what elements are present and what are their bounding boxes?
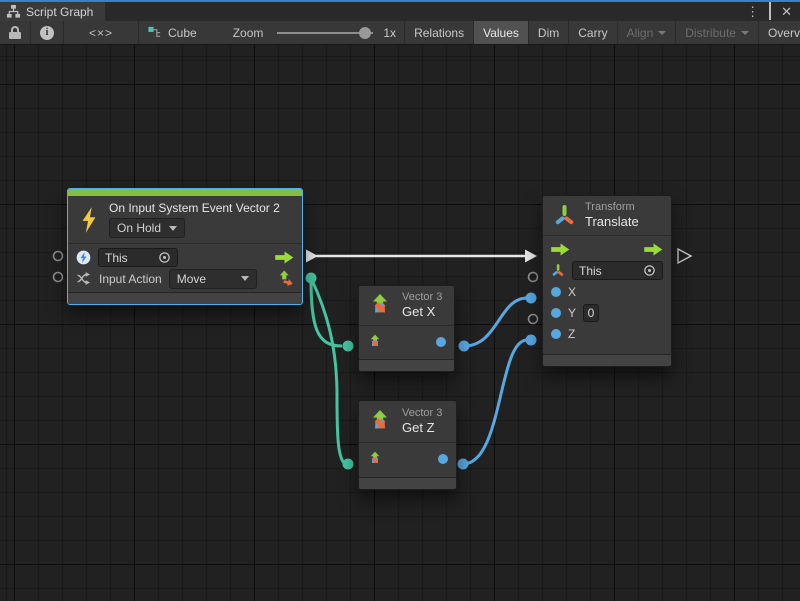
node-title: Get Z — [402, 420, 442, 436]
flow-input-arrow-icon[interactable] — [551, 243, 570, 256]
chevron-down-icon — [658, 31, 666, 35]
y-input-port[interactable] — [551, 308, 561, 318]
toolbar-button-distribute[interactable]: Distribute — [676, 21, 759, 44]
zoom-value: 1x — [383, 26, 396, 40]
input-action-icon — [76, 271, 92, 286]
getx-port-row — [359, 329, 454, 355]
vector3-input-icon[interactable] — [367, 451, 383, 467]
graph-toolbar: i <×> Cube Zoom 1x Relations Values Dim … — [0, 21, 800, 45]
node-title: On Input System Event Vector 2 — [109, 201, 280, 216]
node-footer — [359, 477, 456, 489]
node-vector3-get-x[interactable]: Vector 3 Get X — [358, 285, 455, 372]
toolbar-button-relations[interactable]: Relations — [405, 21, 474, 44]
transform-y-row: Y 0 — [543, 302, 671, 323]
transform-z-row: Z — [543, 323, 671, 344]
node-transform-translate[interactable]: Transform Translate — [542, 195, 672, 367]
transform-this-field[interactable]: This — [572, 261, 663, 280]
toolbar-button-dim[interactable]: Dim — [529, 21, 569, 44]
event-this-field[interactable]: This — [98, 248, 178, 267]
vector3-icon — [367, 409, 393, 435]
vector3-input-icon[interactable] — [367, 334, 383, 350]
tab-title: Script Graph — [26, 5, 93, 19]
chevron-down-icon — [741, 31, 749, 35]
object-picker-icon[interactable] — [158, 251, 171, 264]
lock-icon — [9, 26, 21, 39]
info-button[interactable]: i — [31, 21, 64, 44]
transform-x-row: X — [543, 281, 671, 302]
flow-output-arrow-icon[interactable] — [275, 251, 294, 264]
script-graph-icon — [6, 4, 21, 19]
zoom-label: Zoom — [233, 26, 264, 40]
node-footer — [68, 292, 302, 304]
event-mode-dropdown[interactable]: On Hold — [109, 218, 185, 238]
toolbar-button-carry[interactable]: Carry — [569, 21, 617, 44]
float-output-port[interactable] — [438, 454, 448, 464]
edit-graph-button[interactable]: <×> — [64, 21, 139, 44]
y-value-field[interactable]: 0 — [583, 304, 599, 322]
graph-target-label[interactable]: Cube — [168, 26, 197, 40]
maximize-button[interactable] — [769, 5, 771, 19]
object-picker-icon[interactable] — [643, 264, 656, 277]
info-icon: i — [40, 26, 54, 40]
event-color-strip — [68, 189, 302, 196]
graph-node-icon — [147, 25, 162, 40]
chevron-down-icon — [241, 276, 249, 281]
transform-this-row: This — [543, 260, 671, 281]
event-this-row: This — [68, 247, 302, 268]
node-on-input-system-event[interactable]: On Input System Event Vector 2 On Hold T… — [67, 188, 303, 305]
transform-icon — [553, 203, 576, 228]
graph-reference-segment: Cube Zoom 1x — [139, 21, 405, 44]
flow-output-arrow-icon[interactable] — [644, 243, 663, 256]
zoom-slider-handle[interactable] — [359, 27, 371, 39]
x-input-port[interactable] — [551, 287, 561, 297]
input-action-dropdown[interactable]: Move — [169, 269, 257, 289]
z-input-port[interactable] — [551, 329, 561, 339]
event-input-action-row: Input Action Move — [68, 268, 302, 289]
node-vector3-get-z[interactable]: Vector 3 Get Z — [358, 400, 457, 490]
getz-port-row — [359, 446, 456, 472]
node-title: Get X — [402, 304, 442, 320]
vector2-output-icon[interactable] — [278, 269, 294, 288]
close-icon[interactable]: ✕ — [781, 5, 792, 18]
node-footer — [543, 354, 671, 366]
input-action-label: Input Action — [99, 272, 162, 286]
lock-button[interactable] — [0, 21, 31, 44]
transform-flow-row — [543, 239, 671, 260]
toolbar-button-align[interactable]: Align — [618, 21, 677, 44]
toolbar-button-overview[interactable]: Overview — [759, 21, 800, 44]
lightning-bolt-icon — [78, 206, 100, 234]
unity-visual-scripting-window: Script Graph ⋮ ✕ i <×> Cube Zoom 1x — [0, 0, 800, 601]
node-footer — [359, 359, 454, 371]
node-category: Vector 3 — [402, 407, 442, 420]
event-target-icon — [76, 250, 91, 265]
node-title: Translate — [585, 214, 639, 230]
tab-script-graph[interactable]: Script Graph — [0, 2, 105, 21]
chevron-down-icon — [169, 226, 177, 231]
window-controls: ⋮ ✕ — [746, 2, 800, 21]
transform-mini-icon — [551, 263, 565, 278]
tab-bar: Script Graph ⋮ ✕ — [0, 2, 800, 21]
float-output-port[interactable] — [436, 337, 446, 347]
code-icon: <×> — [89, 26, 113, 40]
zoom-slider[interactable] — [277, 32, 373, 34]
toolbar-button-values[interactable]: Values — [474, 21, 529, 44]
node-category: Transform — [585, 201, 639, 214]
maximize-icon — [769, 2, 771, 20]
window-focus-highlight — [0, 0, 800, 2]
vector3-icon — [367, 293, 393, 319]
menu-icon[interactable]: ⋮ — [746, 5, 759, 18]
node-category: Vector 3 — [402, 291, 442, 304]
